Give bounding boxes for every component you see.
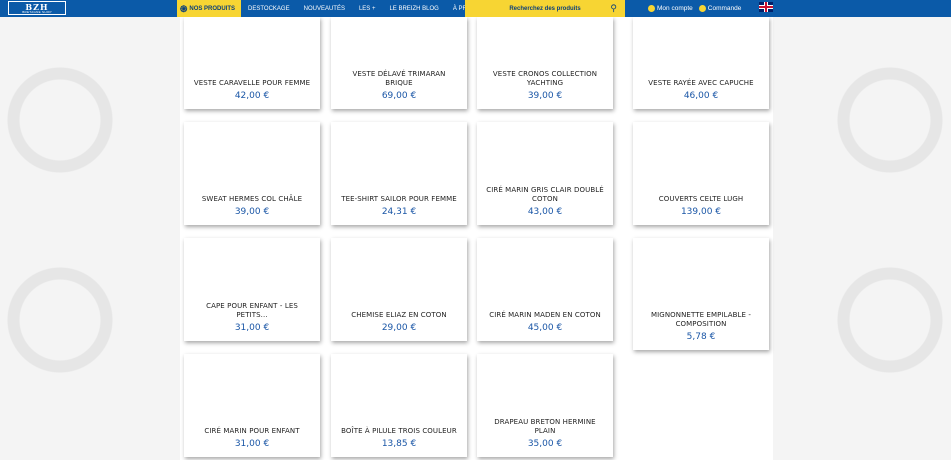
search-input[interactable]: Recherchez des produits ⚲: [465, 0, 625, 17]
product-price: 31,00 €: [234, 439, 270, 449]
product-price: 46,00 €: [683, 91, 719, 101]
nav-item-label: DESTOCKAGE: [248, 5, 290, 12]
nav-item-breizh-blog[interactable]: LE BREIZH BLOG: [382, 0, 445, 17]
nav-item-destockage[interactable]: DESTOCKAGE: [241, 0, 297, 17]
product-name[interactable]: MIGNONNETTE EMPILABLE - COMPOSITION: [633, 311, 769, 329]
uk-flag-icon[interactable]: [759, 2, 773, 12]
nav-item-nouveautes[interactable]: NOUVEAUTÉS: [297, 0, 352, 17]
product-name[interactable]: CHEMISE ELIAZ EN COTON: [343, 311, 454, 320]
product-name[interactable]: VESTE CRONOS COLLECTION YACHTING: [477, 70, 613, 88]
product-card[interactable]: CAPE POUR ENFANT - LES PETITS... 31,00 €: [184, 238, 320, 341]
product-card[interactable]: VESTE CARAVELLE POUR FEMME 42,00 €: [184, 17, 320, 109]
top-navigation-bar: BZH BRETAGNE SHOP ֍ NOS PRODUITS DESTOCK…: [0, 0, 951, 17]
product-card[interactable]: COUVERTS CELTE LUGH 139,00 €: [633, 122, 769, 225]
product-name[interactable]: CAPE POUR ENFANT - LES PETITS...: [184, 302, 320, 320]
product-price: 31,00 €: [234, 323, 270, 333]
logo-subtext: BRETAGNE SHOP: [22, 9, 52, 14]
search-placeholder: Recherchez des produits: [509, 5, 581, 12]
product-price: 5,78 €: [686, 332, 716, 342]
product-name[interactable]: TEE-SHIRT SAILOR POUR FEMME: [333, 195, 465, 204]
main-nav: ֍ NOS PRODUITS DESTOCKAGE NOUVEAUTÉS LES…: [177, 0, 491, 17]
product-name[interactable]: VESTE RAYÉE AVEC CAPUCHE: [640, 79, 761, 88]
nav-item-label: NOUVEAUTÉS: [303, 5, 345, 12]
account-label: Mon compte: [657, 5, 693, 12]
product-price: 69,00 €: [381, 91, 417, 101]
product-card[interactable]: CHEMISE ELIAZ EN COTON 29,00 €: [331, 238, 467, 341]
product-name[interactable]: VESTE DÉLAVÉ TRIMARAN BRIQUE: [331, 70, 467, 88]
nav-item-label: LES +: [358, 5, 376, 12]
product-price: 42,00 €: [234, 91, 270, 101]
product-name[interactable]: DRAPEAU BRETON HERMINE PLAIN: [477, 418, 613, 436]
product-name[interactable]: BOÎTE À PILULE TROIS COULEUR: [333, 427, 465, 436]
product-card[interactable]: VESTE CRONOS COLLECTION YACHTING 39,00 €: [477, 17, 613, 109]
nav-item-label: NOS PRODUITS: [189, 5, 236, 12]
product-name[interactable]: COUVERTS CELTE LUGH: [651, 195, 751, 204]
product-name[interactable]: CIRÉ MARIN POUR ENFANT: [196, 427, 307, 436]
product-price: 45,00 €: [527, 323, 563, 333]
product-price: 43,00 €: [527, 207, 563, 217]
product-name[interactable]: CIRÉ MARIN GRIS CLAIR DOUBLÉ COTON: [477, 186, 613, 204]
user-icon: [648, 5, 655, 12]
nav-item-label: LE BREIZH BLOG: [389, 5, 439, 12]
product-card[interactable]: BOÎTE À PILULE TROIS COULEUR 13,85 €: [331, 354, 467, 457]
product-name[interactable]: CIRÉ MARIN MADEN EN COTON: [481, 311, 609, 320]
nav-item-nos-produits[interactable]: ֍ NOS PRODUITS: [177, 0, 242, 17]
site-logo[interactable]: BZH BRETAGNE SHOP: [8, 1, 66, 15]
product-price: 24,31 €: [381, 207, 417, 217]
product-card[interactable]: MIGNONNETTE EMPILABLE - COMPOSITION 5,78…: [633, 238, 769, 350]
account-link[interactable]: Mon compte: [648, 5, 693, 12]
product-card[interactable]: DRAPEAU BRETON HERMINE PLAIN 35,00 €: [477, 354, 613, 457]
product-card[interactable]: CIRÉ MARIN GRIS CLAIR DOUBLÉ COTON 43,00…: [477, 122, 613, 225]
product-price: 39,00 €: [527, 91, 563, 101]
product-name[interactable]: VESTE CARAVELLE POUR FEMME: [186, 79, 318, 88]
order-link[interactable]: Commande: [698, 5, 742, 12]
product-price: 39,00 €: [234, 207, 270, 217]
product-card[interactable]: SWEAT HERMES COL CHÂLE 39,00 €: [184, 122, 320, 225]
arrow-circle-icon: [698, 5, 706, 12]
product-price: 139,00 €: [680, 207, 722, 217]
product-price: 29,00 €: [381, 323, 417, 333]
product-card[interactable]: TEE-SHIRT SAILOR POUR FEMME 24,31 €: [331, 122, 467, 225]
account-links: Mon compte Commande: [648, 0, 741, 17]
order-label: Commande: [707, 5, 742, 12]
product-price: 35,00 €: [527, 439, 563, 449]
product-card[interactable]: CIRÉ MARIN POUR ENFANT 31,00 €: [184, 354, 320, 457]
search-icon[interactable]: ⚲: [610, 3, 617, 14]
product-card[interactable]: VESTE RAYÉE AVEC CAPUCHE 46,00 €: [633, 17, 769, 109]
product-card[interactable]: CIRÉ MARIN MADEN EN COTON 45,00 €: [477, 238, 613, 341]
product-name[interactable]: SWEAT HERMES COL CHÂLE: [194, 195, 310, 204]
nav-item-les-plus[interactable]: LES +: [352, 0, 383, 17]
product-price: 13,85 €: [381, 439, 417, 449]
product-card[interactable]: VESTE DÉLAVÉ TRIMARAN BRIQUE 69,00 €: [331, 17, 467, 109]
triskel-icon: ֍: [180, 4, 188, 14]
